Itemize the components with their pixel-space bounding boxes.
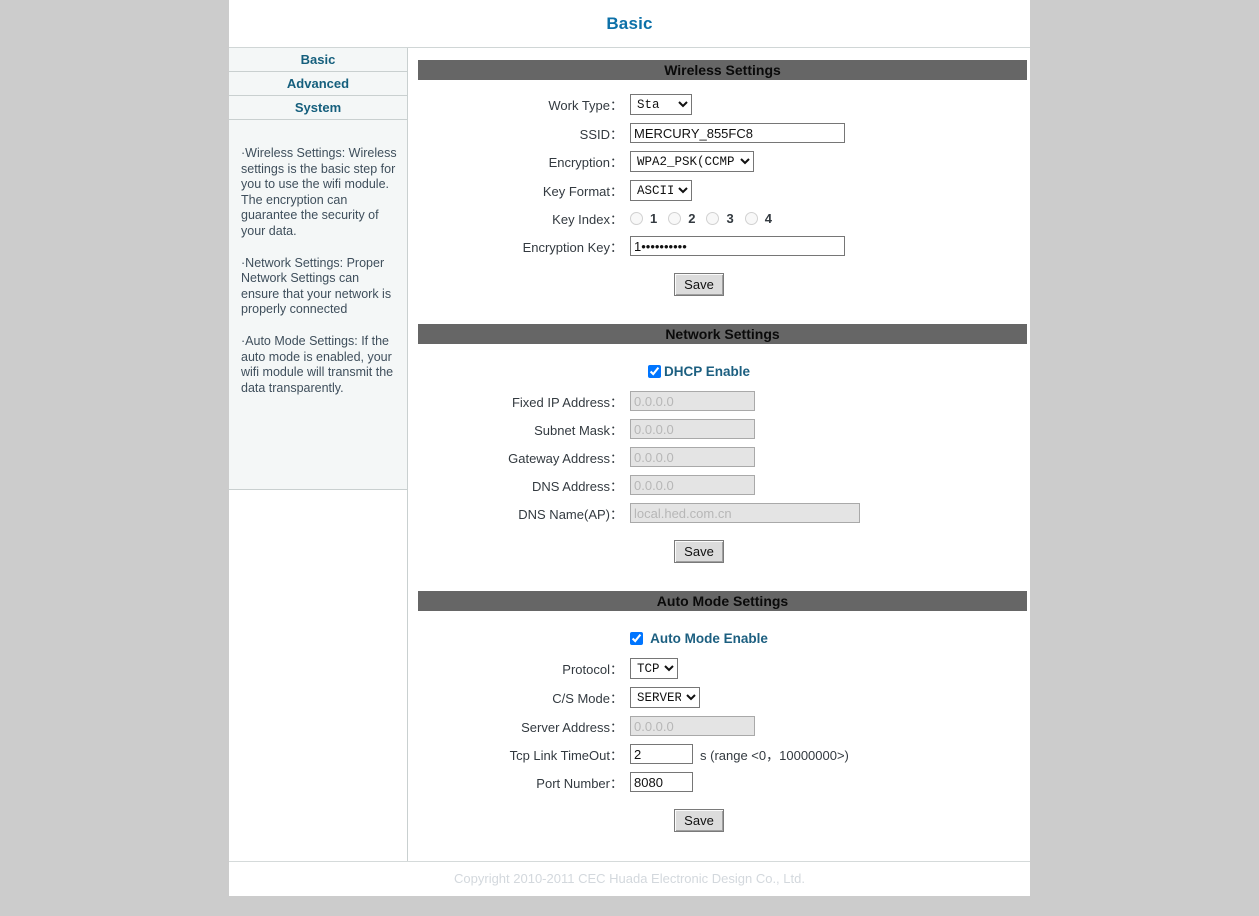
work-type-select[interactable]: Sta bbox=[630, 94, 692, 115]
field-row-subnet-mask: Subnet Mask： bbox=[408, 419, 1030, 439]
sidebar: Basic Advanced System ·Wireless Settings… bbox=[229, 48, 408, 861]
key-format-label: Key Format： bbox=[542, 184, 623, 199]
section-header-network: Network Settings bbox=[418, 324, 1027, 344]
wireless-save-row: Save bbox=[408, 264, 1030, 300]
help-paragraph-auto-mode: ·Auto Mode Settings: If the auto mode is… bbox=[241, 333, 394, 395]
field-row-fixed-ip: Fixed IP Address： bbox=[408, 391, 1030, 411]
dhcp-enable-label: DHCP Enable bbox=[663, 364, 751, 379]
dns-name-input[interactable] bbox=[630, 503, 860, 523]
field-row-encryption-key: Encryption Key： bbox=[408, 236, 1030, 256]
fixed-ip-input[interactable] bbox=[630, 391, 755, 411]
port-number-input[interactable] bbox=[630, 772, 693, 792]
ssid-input[interactable] bbox=[630, 123, 845, 143]
key-index-radio-label-1: 1 bbox=[650, 211, 658, 226]
dhcp-enable-row: DHCP Enable bbox=[408, 364, 1030, 379]
subnet-mask-input[interactable] bbox=[630, 419, 755, 439]
key-format-select[interactable]: ASCII bbox=[630, 180, 692, 201]
page-header: Basic bbox=[229, 0, 1030, 48]
help-paragraph-network: ·Network Settings: Proper Network Settin… bbox=[241, 255, 392, 317]
dhcp-enable-checkbox[interactable] bbox=[647, 365, 661, 378]
section-header-wireless: Wireless Settings bbox=[418, 60, 1027, 80]
ssid-label: SSID： bbox=[579, 126, 623, 142]
encryption-select[interactable]: WPA2_PSK(CCMP) bbox=[630, 151, 754, 172]
encryption-label: Encryption： bbox=[548, 155, 623, 170]
server-address-label: Server Address： bbox=[521, 719, 623, 735]
sidebar-item-label: System bbox=[294, 100, 342, 115]
auto-mode-settings-form: Auto Mode Enable Protocol： TCP C/S Mode：… bbox=[408, 611, 1030, 848]
field-row-cs-mode: C/S Mode： SERVER bbox=[408, 687, 1030, 708]
field-row-key-index: Key Index： 1 2 3 4 bbox=[408, 209, 1030, 228]
key-index-radio-3[interactable] bbox=[706, 212, 720, 225]
section-header-auto-mode: Auto Mode Settings bbox=[418, 591, 1027, 611]
auto-mode-save-button[interactable]: Save bbox=[674, 809, 724, 832]
body-wrapper: Basic Advanced System ·Wireless Settings… bbox=[229, 48, 1030, 861]
page-container: Basic Basic Advanced System ·Wireless Se… bbox=[229, 0, 1030, 896]
network-save-row: Save bbox=[408, 531, 1030, 567]
field-row-encryption: Encryption： WPA2_PSK(CCMP) bbox=[408, 151, 1030, 172]
field-row-work-type: Work Type： Sta bbox=[408, 94, 1030, 115]
wireless-save-button[interactable]: Save bbox=[674, 273, 724, 296]
tcp-timeout-hint: s (range <0，10000000>) bbox=[700, 747, 849, 763]
field-row-protocol: Protocol： TCP bbox=[408, 658, 1030, 679]
dns-address-input[interactable] bbox=[630, 475, 755, 495]
gateway-address-input[interactable] bbox=[630, 447, 755, 467]
protocol-select[interactable]: TCP bbox=[630, 658, 678, 679]
sidebar-item-advanced[interactable]: Advanced bbox=[229, 72, 407, 96]
key-index-radio-label-3: 3 bbox=[726, 211, 734, 226]
field-row-dns-name: DNS Name(AP)： bbox=[408, 503, 1030, 523]
cs-mode-select[interactable]: SERVER bbox=[630, 687, 700, 708]
main-content: Wireless Settings Work Type： Sta SSID： M… bbox=[408, 48, 1030, 861]
sidebar-item-basic[interactable]: Basic bbox=[229, 48, 407, 72]
field-row-server-address: Server Address： bbox=[408, 716, 1030, 736]
auto-mode-enable-row: Auto Mode Enable bbox=[408, 631, 1030, 646]
field-row-ssid: SSID： bbox=[408, 123, 1030, 143]
dns-name-label: DNS Name(AP)： bbox=[518, 506, 623, 522]
key-index-radio-label-4: 4 bbox=[764, 211, 772, 226]
field-row-tcp-timeout: Tcp Link TimeOut： s (range <0，10000000>) bbox=[408, 744, 1030, 764]
sidebar-item-label: Basic bbox=[300, 52, 336, 67]
encryption-key-label: Encryption Key： bbox=[522, 239, 623, 255]
network-save-button[interactable]: Save bbox=[674, 540, 724, 563]
field-row-gateway-address: Gateway Address： bbox=[408, 447, 1030, 467]
field-row-dns-address: DNS Address： bbox=[408, 475, 1030, 495]
key-index-radio-2[interactable] bbox=[668, 212, 682, 225]
subnet-mask-label: Subnet Mask： bbox=[534, 422, 623, 438]
key-index-label: Key Index： bbox=[552, 212, 623, 227]
tcp-timeout-input[interactable] bbox=[630, 744, 693, 764]
key-index-radio-group[interactable]: 1 2 3 4 bbox=[630, 211, 778, 226]
auto-mode-save-row: Save bbox=[408, 800, 1030, 836]
fixed-ip-label: Fixed IP Address： bbox=[511, 394, 623, 410]
field-row-port-number: Port Number： bbox=[408, 772, 1030, 792]
copyright-text: Copyright 2010-2011 CEC Huada Electronic… bbox=[454, 871, 805, 886]
auto-mode-enable-checkbox[interactable] bbox=[630, 632, 644, 645]
wireless-settings-form: Work Type： Sta SSID： Encryption： bbox=[408, 80, 1030, 312]
sidebar-item-system[interactable]: System bbox=[229, 96, 407, 120]
page-title: Basic bbox=[606, 13, 653, 33]
port-number-label: Port Number： bbox=[536, 775, 623, 791]
key-index-radio-1[interactable] bbox=[630, 212, 643, 225]
page-footer: Copyright 2010-2011 CEC Huada Electronic… bbox=[229, 861, 1030, 895]
key-index-radio-4[interactable] bbox=[744, 212, 758, 225]
encryption-key-input[interactable] bbox=[630, 236, 845, 256]
help-paragraph-wireless: ·Wireless Settings: Wireless settings is… bbox=[241, 146, 397, 238]
server-address-input[interactable] bbox=[630, 716, 755, 736]
tcp-timeout-label: Tcp Link TimeOut： bbox=[509, 747, 623, 763]
protocol-label: Protocol： bbox=[562, 662, 623, 677]
work-type-label: Work Type： bbox=[548, 98, 623, 113]
field-row-key-format: Key Format： ASCII bbox=[408, 180, 1030, 201]
cs-mode-label: C/S Mode： bbox=[552, 691, 623, 706]
auto-mode-enable-label: Auto Mode Enable bbox=[650, 631, 768, 646]
network-settings-form: DHCP Enable Fixed IP Address： Subnet Mas… bbox=[408, 344, 1030, 579]
dns-address-label: DNS Address： bbox=[531, 478, 623, 494]
sidebar-item-label: Advanced bbox=[286, 76, 350, 91]
key-index-radio-label-2: 2 bbox=[688, 211, 696, 226]
sidebar-help-box: ·Wireless Settings: Wireless settings is… bbox=[229, 120, 407, 490]
gateway-address-label: Gateway Address： bbox=[508, 450, 623, 466]
